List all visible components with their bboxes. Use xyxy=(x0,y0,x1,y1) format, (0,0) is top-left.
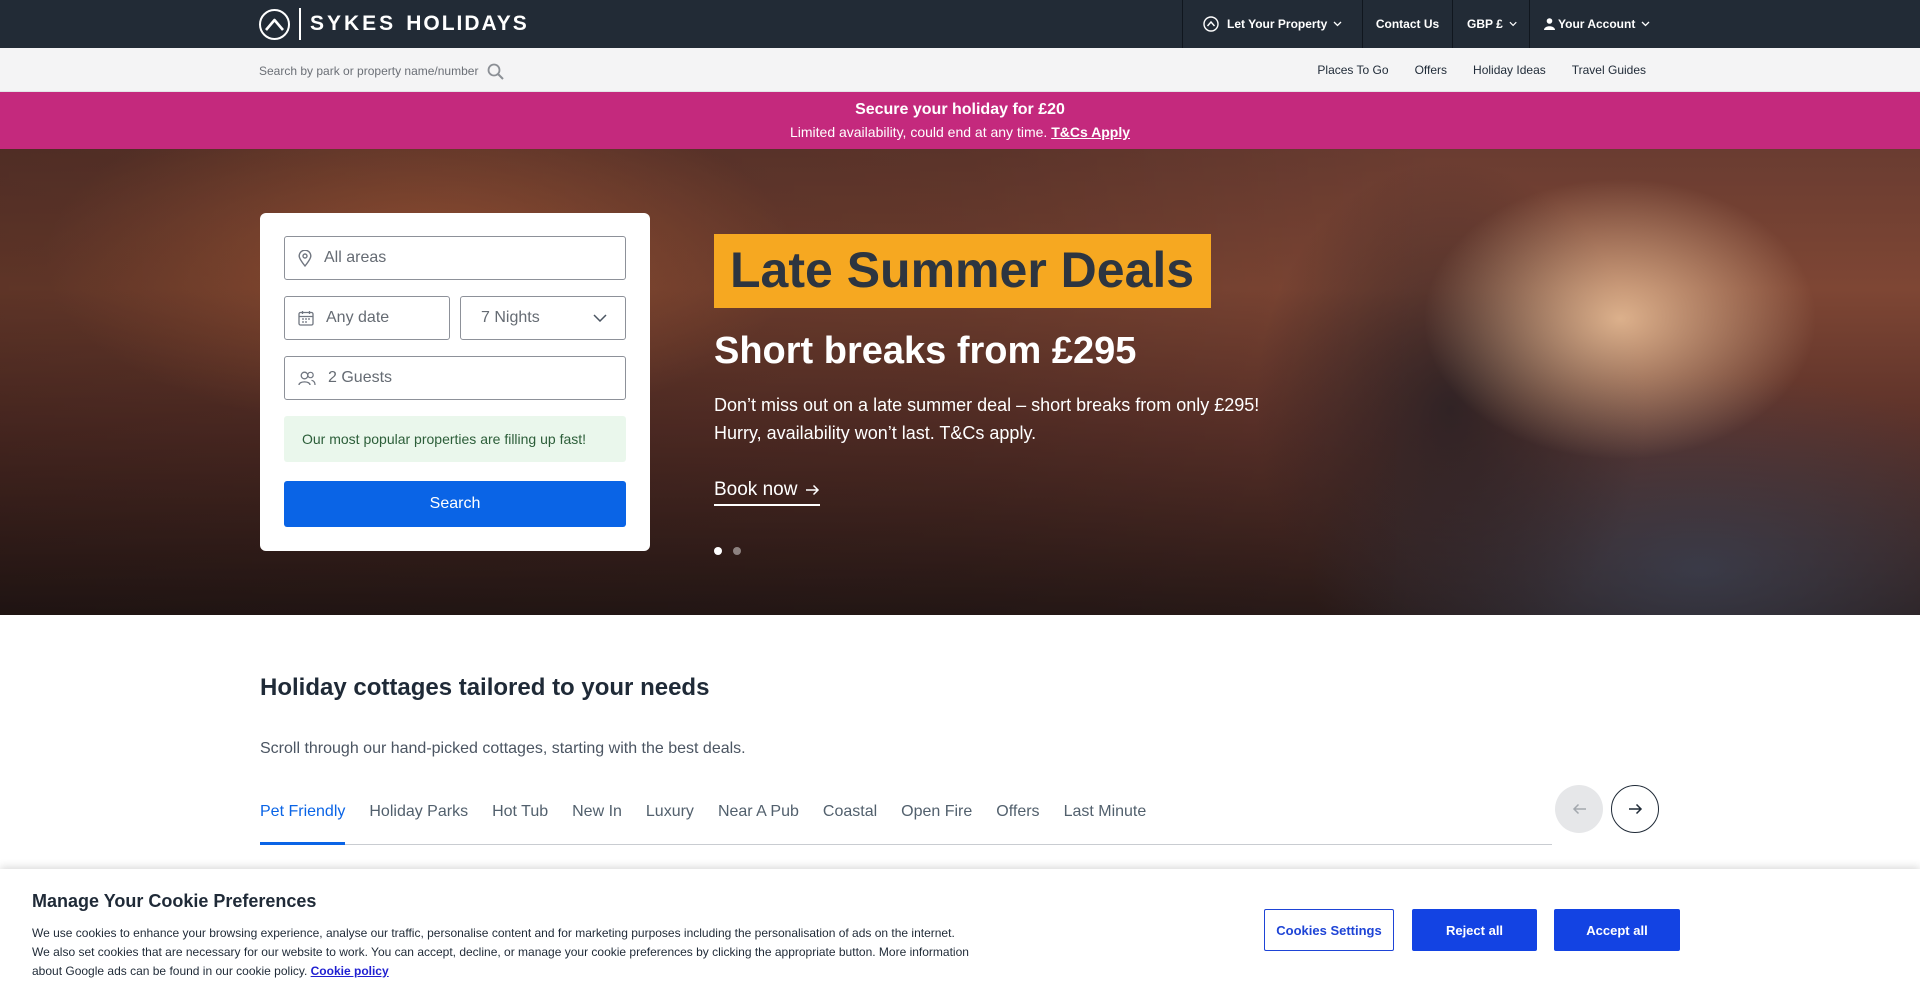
tab-offers[interactable]: Offers xyxy=(996,787,1039,845)
hero-content: Late Summer Deals Short breaks from £295… xyxy=(714,234,1274,506)
availability-notice: Our most popular properties are filling … xyxy=(284,416,626,462)
your-account-label: Your Account xyxy=(1558,17,1636,31)
chevron-down-icon xyxy=(1641,21,1650,27)
area-field[interactable]: All areas xyxy=(284,236,626,280)
sykes-logo-icon xyxy=(259,8,290,40)
cookie-text-line-2: We also set cookies that are necessary f… xyxy=(32,945,969,959)
currency-selector[interactable]: GBP £ xyxy=(1452,0,1529,48)
tab-last-minute[interactable]: Last Minute xyxy=(1064,787,1147,845)
carousel-dots xyxy=(714,547,752,555)
let-your-property-label: Let Your Property xyxy=(1227,17,1328,31)
accept-all-button[interactable]: Accept all xyxy=(1554,909,1680,951)
guests-icon xyxy=(298,371,316,386)
carousel-next-button[interactable] xyxy=(1611,785,1659,833)
search-button[interactable]: Search xyxy=(284,481,626,527)
reject-all-button[interactable]: Reject all xyxy=(1412,909,1537,951)
arrow-left-icon xyxy=(1572,803,1586,815)
top-navbar: SYKES HOLIDAYS Let Your Property Contact … xyxy=(0,0,1920,48)
cookie-text-line-1: We use cookies to enhance your browsing … xyxy=(32,926,955,940)
chevron-down-icon xyxy=(1509,21,1517,27)
nav-travel-guides[interactable]: Travel Guides xyxy=(1572,63,1646,77)
cookie-policy-link[interactable]: Cookie policy xyxy=(311,964,389,978)
brand-logo[interactable]: SYKES HOLIDAYS xyxy=(259,8,529,40)
brand-wordmark: SYKES HOLIDAYS xyxy=(310,12,529,36)
logo-divider xyxy=(299,8,301,40)
carousel-prev-button[interactable] xyxy=(1555,785,1603,833)
hero-banner: All areas Any date 7 Nights 2 Guests Our… xyxy=(0,149,1920,615)
date-placeholder: Any date xyxy=(326,309,390,326)
chevron-down-icon xyxy=(593,314,607,322)
user-icon xyxy=(1544,18,1555,30)
guests-field[interactable]: 2 Guests xyxy=(284,356,626,400)
search-card: All areas Any date 7 Nights 2 Guests Our… xyxy=(260,213,650,551)
area-placeholder: All areas xyxy=(324,249,387,266)
book-now-link[interactable]: Book now xyxy=(714,479,821,506)
tab-near-a-pub[interactable]: Near A Pub xyxy=(718,787,799,845)
cookies-settings-button[interactable]: Cookies Settings xyxy=(1264,909,1394,951)
search-icon[interactable] xyxy=(487,63,505,80)
hero-heading: Short breaks from £295 xyxy=(714,330,1137,372)
tab-hot-tub[interactable]: Hot Tub xyxy=(492,787,548,845)
cookie-title: Manage Your Cookie Preferences xyxy=(32,891,317,911)
promo-banner: Secure your holiday for £20 Limited avai… xyxy=(0,92,1920,149)
category-tabs: Pet Friendly Holiday Parks Hot Tub New I… xyxy=(260,787,1552,845)
promo-text: Limited availability, could end at any t… xyxy=(789,124,1048,140)
arrow-right-icon xyxy=(1628,803,1642,815)
tab-new-in[interactable]: New In xyxy=(572,787,622,845)
hero-description-line-1: Don’t miss out on a late summer deal – s… xyxy=(714,395,1260,415)
nav-places-to-go[interactable]: Places To Go xyxy=(1317,63,1388,77)
date-field[interactable]: Any date xyxy=(284,296,450,340)
arrow-right-icon xyxy=(806,484,820,496)
nights-value: 7 Nights xyxy=(481,309,540,326)
promo-subtext: Limited availability, could end at any t… xyxy=(0,124,1920,140)
hero-description: Don’t miss out on a late summer deal – s… xyxy=(714,391,1274,447)
site-search[interactable]: Search by park or property name/number xyxy=(259,60,505,82)
contact-us-link[interactable]: Contact Us xyxy=(1362,0,1452,48)
calendar-icon xyxy=(298,310,314,326)
location-pin-icon xyxy=(298,249,312,267)
guests-value: 2 Guests xyxy=(328,369,393,386)
nav-offers[interactable]: Offers xyxy=(1415,63,1447,77)
site-search-input[interactable]: Search by park or property name/number xyxy=(259,64,478,78)
primary-nav: Places To Go Offers Holiday Ideas Travel… xyxy=(1291,48,1646,92)
section-subtitle: Scroll through our hand-picked cottages,… xyxy=(260,740,746,757)
hero-badge: Late Summer Deals xyxy=(714,234,1212,308)
your-account-menu[interactable]: Your Account xyxy=(1529,0,1920,48)
contact-us-label: Contact Us xyxy=(1375,17,1440,31)
hero-description-line-2: Hurry, availability won’t last. T&Cs app… xyxy=(714,423,1037,443)
section-title: Holiday cottages tailored to your needs xyxy=(260,674,710,701)
promo-title: Secure your holiday for £20 xyxy=(855,101,1065,118)
cookie-description: We use cookies to enhance your browsing … xyxy=(32,924,1062,981)
tab-coastal[interactable]: Coastal xyxy=(823,787,877,845)
carousel-dot-1[interactable] xyxy=(714,547,722,555)
cookie-banner: Manage Your Cookie Preferences We use co… xyxy=(0,869,1920,993)
chevron-down-icon xyxy=(1333,21,1342,27)
book-now-label: Book now xyxy=(714,479,798,500)
cookie-text-line-3: about Google ads can be found in our coo… xyxy=(32,964,308,978)
let-your-property-menu[interactable]: Let Your Property xyxy=(1182,0,1362,48)
tab-luxury[interactable]: Luxury xyxy=(646,787,694,845)
property-icon xyxy=(1203,16,1219,32)
brand-name-primary: SYKES xyxy=(310,12,397,35)
nights-select[interactable]: 7 Nights xyxy=(460,296,626,340)
carousel-dot-2[interactable] xyxy=(733,547,741,555)
account-nav: Let Your Property Contact Us GBP £ Your … xyxy=(1182,0,1920,48)
tab-pet-friendly[interactable]: Pet Friendly xyxy=(260,787,346,845)
tab-holiday-parks[interactable]: Holiday Parks xyxy=(369,787,468,845)
sub-navbar: Search by park or property name/number P… xyxy=(0,48,1920,92)
tab-open-fire[interactable]: Open Fire xyxy=(901,787,972,845)
brand-name-secondary: HOLIDAYS xyxy=(406,12,529,35)
promo-terms-link[interactable]: T&Cs Apply xyxy=(1051,124,1130,140)
nav-holiday-ideas[interactable]: Holiday Ideas xyxy=(1473,63,1546,77)
currency-label: GBP £ xyxy=(1467,17,1503,31)
